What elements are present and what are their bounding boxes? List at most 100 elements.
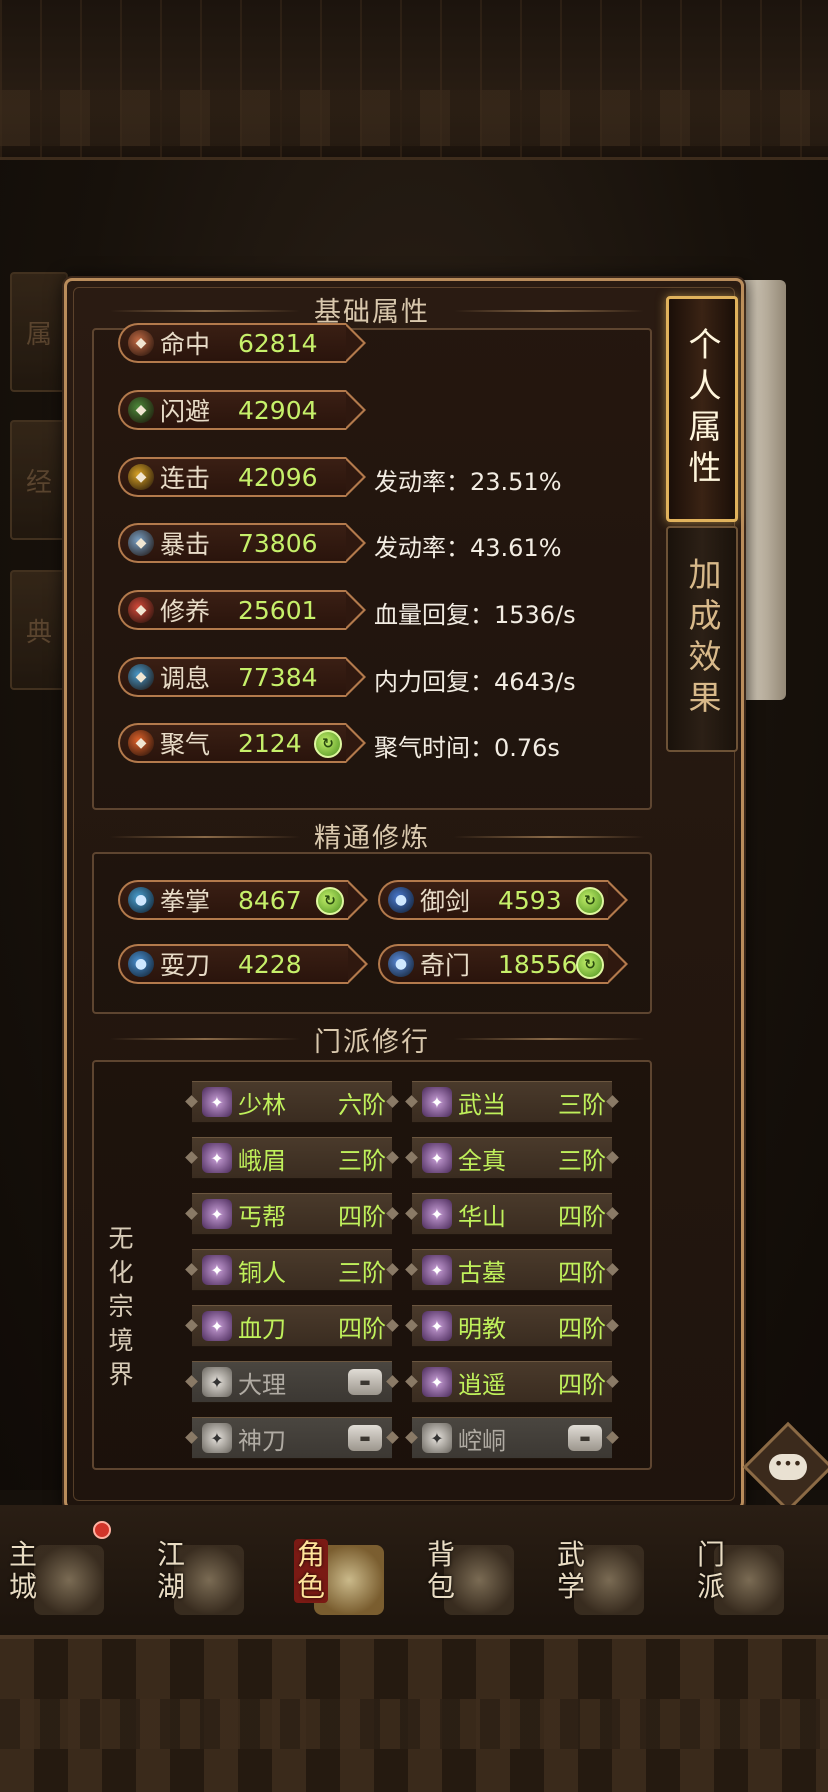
sect-rank: 三阶	[558, 1090, 606, 1119]
stat-name: 修养	[160, 597, 211, 626]
top-decor-banner	[0, 0, 828, 160]
mastery-2: ● 耍刀 4228	[118, 944, 368, 984]
nav-label: 主城	[8, 1538, 37, 1603]
sect-left-2[interactable]: ✦ 丐帮 四阶	[192, 1193, 392, 1235]
huashan-icon: ✦	[422, 1199, 452, 1229]
heart-icon: ◆	[128, 597, 154, 623]
bronze-icon: ✦	[202, 1255, 232, 1285]
realm-label: 无化宗境界	[108, 1224, 134, 1389]
sect-left-6[interactable]: ✦ 神刀 ▬	[192, 1417, 392, 1459]
upgrade-icon[interactable]: ↻	[316, 887, 344, 915]
nav-label: 武学	[556, 1538, 585, 1603]
sect-name: 峨眉	[238, 1146, 286, 1175]
mastery-value: 4228	[238, 949, 302, 979]
stat-rate: 发动率：23.51%	[374, 468, 562, 496]
stat-value: 73806	[238, 528, 318, 558]
upgrade-icon[interactable]: ↻	[576, 951, 604, 979]
sect-name: 大理	[238, 1370, 286, 1399]
sect-name: 丐帮	[238, 1202, 286, 1231]
sword-icon: ●	[388, 887, 414, 913]
strange-icon: ●	[388, 951, 414, 977]
nav-label: 江湖	[156, 1538, 185, 1603]
kongtong-icon: ✦	[422, 1423, 452, 1453]
sect-name: 铜人	[238, 1258, 286, 1287]
sect-name: 少林	[238, 1090, 286, 1119]
sect-rank: 三阶	[338, 1258, 386, 1287]
crit-icon: ◆	[128, 530, 154, 556]
tab-bonus-label: 加成效果	[683, 557, 722, 721]
nav-label: 背包	[426, 1538, 455, 1603]
notification-dot	[93, 1521, 111, 1539]
sect-right-1[interactable]: ✦ 全真 三阶	[412, 1137, 612, 1179]
sect-name: 逍遥	[458, 1370, 506, 1399]
dali-icon: ✦	[202, 1367, 232, 1397]
upgrade-icon[interactable]: ↻	[314, 730, 342, 758]
divineblade-icon: ✦	[202, 1423, 232, 1453]
stat-value: 62814	[238, 328, 318, 358]
nav-label: 角色	[294, 1539, 328, 1603]
tab-bonus-effects[interactable]: 加成效果	[666, 526, 738, 752]
wudang-icon: ✦	[422, 1087, 452, 1117]
nav-item-2[interactable]: 角色	[280, 1525, 390, 1625]
stat-value: 42096	[238, 462, 318, 492]
stat-2: ◆ 连击 42096	[118, 457, 366, 497]
mingjiao-icon: ✦	[422, 1311, 452, 1341]
sect-left-5[interactable]: ✦ 大理 ▬	[192, 1361, 392, 1403]
mastery-1: ● 御剑 4593 ↻	[378, 880, 628, 920]
stat-rate: 血量回复：1536/s	[374, 601, 576, 629]
quanzhen-icon: ✦	[422, 1143, 452, 1173]
sect-right-4[interactable]: ✦ 明教 四阶	[412, 1305, 612, 1347]
stat-name: 暴击	[160, 530, 211, 559]
nav-item-5[interactable]: 门派	[680, 1525, 790, 1625]
stat-name: 连击	[160, 464, 211, 493]
stat-rate: 内力回复：4643/s	[374, 668, 576, 696]
nav-item-0[interactable]: 主城	[0, 1525, 110, 1625]
xiaoyao-icon: ✦	[422, 1367, 452, 1397]
sect-left-0[interactable]: ✦ 少林 六阶	[192, 1081, 392, 1123]
sect-right-2[interactable]: ✦ 华山 四阶	[412, 1193, 612, 1235]
mastery-box	[92, 852, 652, 1014]
bloodblade-icon: ✦	[202, 1311, 232, 1341]
nav-item-3[interactable]: 背包	[410, 1525, 520, 1625]
background-side-tab: 典	[10, 570, 68, 690]
fire-icon: ◆	[128, 730, 154, 756]
sect-right-6[interactable]: ✦ 崆峒 ▬	[412, 1417, 612, 1459]
sect-rank: 四阶	[338, 1202, 386, 1231]
stat-3: ◆ 暴击 73806	[118, 523, 366, 563]
mastery-title: 精通修炼	[314, 823, 430, 854]
sect-rank: 六阶	[338, 1090, 386, 1119]
lock-icon: ▬	[568, 1425, 602, 1451]
sect-rank: 四阶	[338, 1314, 386, 1343]
nav-label: 门派	[696, 1538, 725, 1603]
upgrade-icon[interactable]: ↻	[576, 887, 604, 915]
target-icon: ◆	[128, 330, 154, 356]
stat-1: ◆ 闪避 42904	[118, 390, 366, 430]
mastery-3: ● 奇门 18556 ↻	[378, 944, 628, 984]
mastery-value: 4593	[498, 885, 562, 915]
sect-rank: 四阶	[558, 1258, 606, 1287]
mastery-name: 耍刀	[160, 951, 211, 980]
sect-left-4[interactable]: ✦ 血刀 四阶	[192, 1305, 392, 1347]
background-side-tab: 经	[10, 420, 68, 540]
stat-value: 42904	[238, 395, 318, 425]
stat-value: 77384	[238, 662, 318, 692]
nav-item-4[interactable]: 武学	[540, 1525, 650, 1625]
sect-left-3[interactable]: ✦ 铜人 三阶	[192, 1249, 392, 1291]
sect-right-5[interactable]: ✦ 逍遥 四阶	[412, 1361, 612, 1403]
sect-rank: 三阶	[558, 1146, 606, 1175]
lock-icon: ▬	[348, 1425, 382, 1451]
tab-personal-attributes[interactable]: 个人属性	[666, 296, 738, 522]
sect-name: 古墓	[458, 1258, 506, 1287]
sect-left-1[interactable]: ✦ 峨眉 三阶	[192, 1137, 392, 1179]
stat-rate: 聚气时间：0.76s	[374, 734, 560, 762]
sect-training-title: 门派修行	[314, 1027, 430, 1058]
chat-bubble-icon: •••	[769, 1454, 807, 1480]
mastery-name: 奇门	[420, 951, 471, 980]
nav-item-1[interactable]: 江湖	[140, 1525, 250, 1625]
sect-right-0[interactable]: ✦ 武当 三阶	[412, 1081, 612, 1123]
stat-4: ◆ 修养 25601	[118, 590, 366, 630]
stat-name: 聚气	[160, 730, 211, 759]
sect-right-3[interactable]: ✦ 古墓 四阶	[412, 1249, 612, 1291]
stat-6: ◆ 聚气 2124 ↻	[118, 723, 366, 763]
sect-name: 全真	[458, 1146, 506, 1175]
